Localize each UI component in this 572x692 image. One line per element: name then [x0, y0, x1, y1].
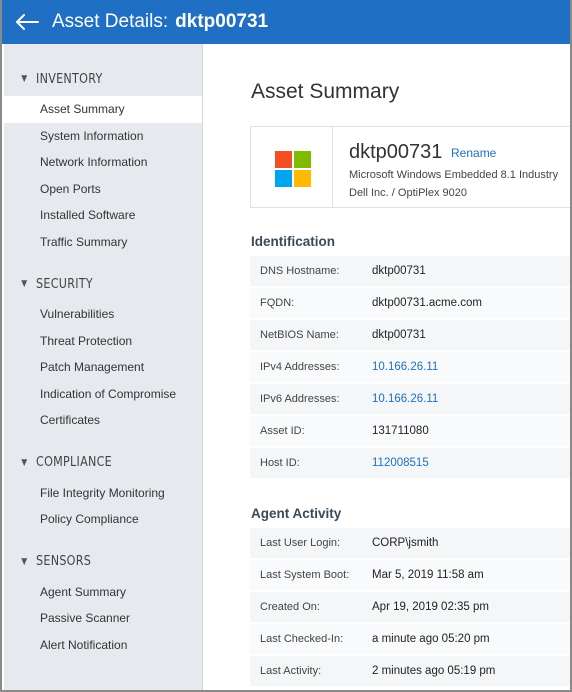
table-row: IPv4 Addresses: 10.166.26.11 [250, 352, 570, 384]
host-id-link[interactable]: 112008515 [372, 457, 429, 469]
title-asset-name: dktp00731 [175, 11, 269, 32]
table-row: Last Checked-In: a minute ago 05:20 pm [250, 624, 570, 656]
sidebar-item-asset-summary[interactable]: Asset Summary [4, 96, 202, 123]
row-key: Last System Boot: [260, 569, 350, 581]
sidebar-item-traffic-summary[interactable]: Traffic Summary [4, 229, 202, 256]
agent-activity-title: Agent Activity [251, 506, 342, 521]
section-label: SECURITY [36, 276, 93, 292]
row-key: Host ID: [260, 457, 300, 469]
caret-down-icon: ▼ [21, 556, 28, 567]
sidebar: ▼ INVENTORY Asset Summary System Informa… [4, 44, 202, 690]
row-key: Last Activity: [260, 665, 322, 677]
sidebar-item-threat-protection[interactable]: Threat Protection [4, 328, 202, 355]
table-row: FQDN: dktp00731.acme.com [250, 288, 570, 320]
asset-name: dktp00731 [349, 141, 443, 163]
section-label: COMPLIANCE [36, 455, 113, 470]
row-value: 131711080 [372, 425, 429, 437]
sidebar-item-system-information[interactable]: System Information [4, 123, 202, 150]
main-content: Asset Summary dktp00731 Rename Microsoft… [202, 44, 570, 690]
windows-logo-icon [275, 151, 311, 187]
table-row: IPv6 Addresses: 10.166.26.11 [250, 384, 570, 416]
table-row: Host ID: 112008515 [250, 448, 570, 480]
row-key: Asset ID: [260, 425, 305, 437]
row-value: Mar 5, 2019 11:58 am [372, 569, 484, 581]
row-key: Last Checked-In: [260, 633, 344, 645]
table-row: NetBIOS Name: dktp00731 [250, 320, 570, 352]
row-value: dktp00731.acme.com [372, 297, 482, 309]
rename-link[interactable]: Rename [451, 146, 496, 160]
row-key: IPv6 Addresses: [260, 393, 340, 405]
arrow-left-icon [16, 14, 39, 30]
sidebar-item-certificates[interactable]: Certificates [4, 407, 202, 434]
row-value: a minute ago 05:20 pm [372, 633, 490, 645]
row-key: NetBIOS Name: [260, 329, 339, 341]
table-row: DNS Hostname: dktp00731 [250, 256, 570, 288]
section-heading: Asset Summary [251, 80, 400, 103]
row-key: FQDN: [260, 297, 295, 309]
section-label: SENSORS [36, 554, 92, 569]
identification-table: DNS Hostname: dktp00731 FQDN: dktp00731.… [250, 256, 570, 480]
row-value: 2 minutes ago 05:19 pm [372, 665, 496, 677]
table-row: Last User Login: CORP\jsmith [250, 528, 570, 560]
row-value: CORP\jsmith [372, 537, 439, 549]
asset-os: Microsoft Windows Embedded 8.1 Industry [349, 169, 559, 181]
sidebar-item-indication-of-compromise[interactable]: Indication of Compromise [4, 381, 202, 408]
sidebar-item-file-integrity-monitoring[interactable]: File Integrity Monitoring [4, 480, 202, 507]
table-row: Asset ID: 131711080 [250, 416, 570, 448]
row-key: Last User Login: [260, 537, 341, 549]
identification-title: Identification [251, 234, 335, 249]
app-window: Asset Details: dktp00731 ▼ INVENTORY Ass… [0, 0, 572, 692]
row-key: DNS Hostname: [260, 265, 340, 277]
table-row: Created On: Apr 19, 2019 02:35 pm [250, 592, 570, 624]
table-row: Last Activity: 2 minutes ago 05:19 pm [250, 656, 570, 688]
ipv4-link[interactable]: 10.166.26.11 [372, 361, 438, 373]
caret-down-icon: ▼ [21, 279, 28, 289]
section-security[interactable]: ▼ SECURITY [4, 273, 174, 295]
ipv6-link[interactable]: 10.166.26.11 [372, 393, 438, 405]
sidebar-item-vulnerabilities[interactable]: Vulnerabilities [4, 301, 202, 328]
sidebar-item-open-ports[interactable]: Open Ports [4, 176, 202, 203]
section-inventory[interactable]: ▼ INVENTORY [4, 68, 174, 90]
sidebar-item-installed-software[interactable]: Installed Software [4, 202, 202, 229]
os-logo-box [251, 127, 333, 207]
row-key: IPv4 Addresses: [260, 361, 340, 373]
sidebar-item-passive-scanner[interactable]: Passive Scanner [4, 605, 202, 632]
caret-down-icon: ▼ [21, 457, 28, 468]
asset-hardware: Dell Inc. / OptiPlex 9020 [349, 187, 468, 199]
row-value: Apr 19, 2019 02:35 pm [372, 601, 489, 613]
asset-card: dktp00731 Rename Microsoft Windows Embed… [250, 126, 570, 208]
sidebar-item-patch-management[interactable]: Patch Management [4, 354, 202, 381]
sidebar-item-policy-compliance[interactable]: Policy Compliance [4, 506, 202, 533]
table-row: Last System Boot: Mar 5, 2019 11:58 am [250, 560, 570, 592]
row-key: Created On: [260, 601, 320, 613]
section-label: INVENTORY [36, 71, 103, 87]
caret-down-icon: ▼ [21, 74, 28, 84]
sidebar-item-alert-notification[interactable]: Alert Notification [4, 632, 202, 659]
title-prefix: Asset Details: [52, 11, 169, 32]
row-value: dktp00731 [372, 329, 426, 341]
agent-activity-table: Last User Login: CORP\jsmith Last System… [250, 528, 570, 688]
section-sensors[interactable]: ▼ SENSORS [4, 551, 174, 573]
back-button[interactable] [14, 12, 42, 32]
sidebar-item-network-information[interactable]: Network Information [4, 149, 202, 176]
section-compliance[interactable]: ▼ COMPLIANCE [4, 452, 174, 474]
row-value: dktp00731 [372, 265, 426, 277]
header-bar: Asset Details: dktp00731 [2, 0, 570, 44]
sidebar-item-agent-summary[interactable]: Agent Summary [4, 579, 202, 606]
page-title: Asset Details: dktp00731 [52, 11, 268, 33]
